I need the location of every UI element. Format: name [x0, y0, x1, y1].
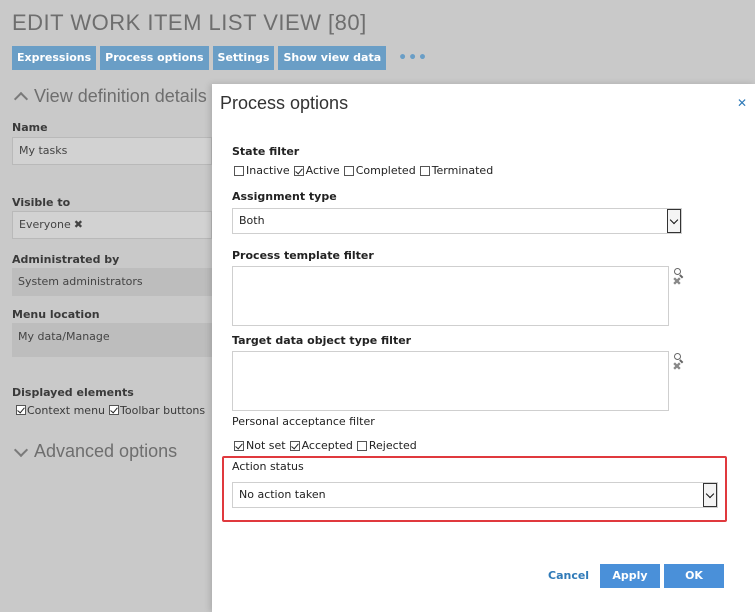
- advanced-options-label: Advanced options: [34, 441, 178, 461]
- process-template-filter-label: Process template filter: [232, 249, 374, 262]
- toolbar: Expressions Process options Settings Sho…: [12, 46, 428, 70]
- search-icon[interactable]: [673, 353, 681, 360]
- name-label: Name: [12, 121, 48, 134]
- state-completed-check[interactable]: Completed: [343, 164, 416, 177]
- dialog-title: Process options: [220, 93, 349, 113]
- personal-acceptance-checks: Not set Accepted Rejected: [234, 439, 417, 452]
- state-terminated-label: Terminated: [431, 164, 494, 177]
- personal-acceptance-filter-label: Personal acceptance filter: [232, 415, 375, 428]
- action-status-value: No action taken: [239, 488, 326, 501]
- state-filter-label: State filter: [232, 145, 300, 158]
- chevron-down-icon[interactable]: [703, 483, 717, 507]
- more-options-icon[interactable]: •••: [398, 50, 428, 66]
- displayed-elements-label: Displayed elements: [12, 386, 134, 399]
- menu-location-label: Menu location: [12, 308, 100, 321]
- displayed-elements-checks: Context menu Toolbar buttons: [16, 404, 205, 417]
- chevron-up-icon: [13, 91, 29, 107]
- apply-button[interactable]: Apply: [600, 564, 660, 588]
- clear-icon[interactable]: ✖: [672, 361, 681, 372]
- checkbox-checked-icon[interactable]: [289, 440, 300, 451]
- visible-to-tag: Everyone: [19, 218, 71, 231]
- acceptance-not-set-check[interactable]: Not set: [234, 439, 286, 452]
- acceptance-not-set-label: Not set: [246, 439, 286, 452]
- visible-to-label: Visible to: [12, 196, 71, 209]
- checkbox-checked-icon[interactable]: [234, 440, 244, 451]
- target-data-object-type-filter-field[interactable]: [232, 351, 669, 411]
- search-icon[interactable]: [673, 268, 681, 275]
- action-status-select[interactable]: No action taken: [232, 482, 718, 508]
- page-title: EDIT WORK ITEM LIST VIEW [80]: [12, 10, 367, 35]
- context-menu-check[interactable]: Context menu: [16, 404, 105, 417]
- process-template-filter-actions: ✖: [672, 268, 682, 287]
- name-value: My tasks: [19, 144, 68, 157]
- action-status-label: Action status: [232, 460, 304, 473]
- toolbar-buttons-label: Toolbar buttons: [120, 404, 206, 417]
- ok-button[interactable]: OK: [664, 564, 724, 588]
- checkbox-checked-icon[interactable]: [16, 405, 26, 415]
- state-active-label: Active: [305, 164, 340, 177]
- checkbox-unchecked-icon[interactable]: [343, 165, 354, 176]
- assignment-type-select[interactable]: Both: [232, 208, 682, 234]
- advanced-options-header[interactable]: Advanced options: [13, 441, 178, 462]
- settings-button[interactable]: Settings: [212, 46, 275, 70]
- target-data-object-type-filter-actions: ✖: [672, 353, 682, 372]
- context-menu-label: Context menu: [27, 404, 106, 417]
- view-definition-details-header[interactable]: View definition details: [13, 86, 207, 107]
- process-template-filter-field[interactable]: [232, 266, 669, 326]
- state-filter-checks: Inactive Active Completed Terminated: [234, 164, 493, 177]
- process-options-dialog: Process options ✕ State filter Inactive …: [212, 84, 755, 612]
- state-inactive-label: Inactive: [246, 164, 290, 177]
- expressions-button[interactable]: Expressions: [12, 46, 97, 70]
- state-completed-label: Completed: [355, 164, 416, 177]
- chevron-down-icon: [13, 442, 29, 457]
- process-options-button[interactable]: Process options: [100, 46, 209, 70]
- administrated-by-value: System administrators: [18, 275, 143, 288]
- chevron-down-icon[interactable]: [667, 209, 681, 233]
- remove-tag-icon[interactable]: ✖: [74, 218, 83, 231]
- state-active-check[interactable]: Active: [293, 164, 340, 177]
- assignment-type-label: Assignment type: [232, 190, 337, 203]
- view-definition-details-label: View definition details: [34, 86, 207, 106]
- show-view-data-button[interactable]: Show view data: [278, 46, 387, 70]
- assignment-type-value: Both: [239, 214, 265, 227]
- acceptance-accepted-label: Accepted: [301, 439, 353, 452]
- visible-to-field[interactable]: Everyone ✖: [12, 211, 212, 239]
- state-inactive-check[interactable]: Inactive: [234, 164, 290, 177]
- administrated-by-field: System administrators: [12, 268, 212, 296]
- checkbox-unchecked-icon[interactable]: [356, 440, 367, 451]
- administrated-by-label: Administrated by: [12, 253, 120, 266]
- name-field[interactable]: My tasks: [12, 137, 212, 165]
- menu-location-field: My data/Manage: [12, 323, 212, 357]
- close-icon[interactable]: ✕: [737, 96, 747, 110]
- checkbox-unchecked-icon[interactable]: [234, 165, 244, 176]
- acceptance-accepted-check[interactable]: Accepted: [289, 439, 353, 452]
- acceptance-rejected-check[interactable]: Rejected: [356, 439, 417, 452]
- target-data-object-type-filter-label: Target data object type filter: [232, 334, 412, 347]
- clear-icon[interactable]: ✖: [672, 276, 681, 287]
- toolbar-buttons-check[interactable]: Toolbar buttons: [109, 404, 205, 417]
- checkbox-checked-icon[interactable]: [109, 405, 120, 415]
- checkbox-unchecked-icon[interactable]: [419, 165, 430, 176]
- state-terminated-check[interactable]: Terminated: [419, 164, 494, 177]
- checkbox-checked-icon[interactable]: [293, 165, 304, 176]
- cancel-button[interactable]: Cancel: [548, 569, 589, 582]
- acceptance-rejected-label: Rejected: [368, 439, 417, 452]
- menu-location-value: My data/Manage: [18, 330, 110, 343]
